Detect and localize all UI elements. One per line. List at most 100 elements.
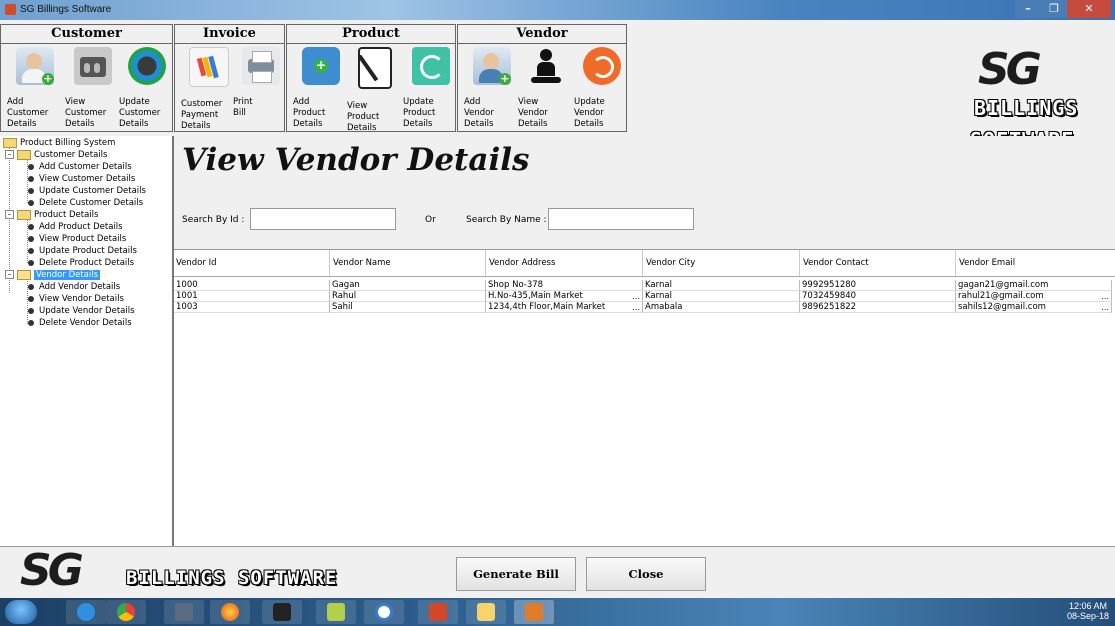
add-product-button[interactable]: + Add Product Details	[293, 47, 349, 130]
window-title: SG Billings Software	[20, 4, 112, 15]
tree-item-update-vendor[interactable]: Update Vendor Details	[28, 305, 135, 317]
table-row[interactable]: 1001 Rahul H.No-435,Main Market... Karna…	[174, 291, 1115, 302]
column-header-vendor-id[interactable]: Vendor Id	[176, 258, 216, 268]
bullet-icon	[28, 235, 34, 242]
tree-item-label: Delete Vendor Details	[39, 318, 132, 328]
app-icon	[5, 4, 16, 15]
tool-label: Print Bill	[233, 97, 253, 118]
tree-item-delete-vendor[interactable]: Delete Vendor Details	[28, 317, 132, 329]
system-tray: 12:06 AM 08-Sep-18	[1067, 600, 1109, 624]
tree-item-add-vendor[interactable]: Add Vendor Details	[28, 281, 120, 293]
taskbar-app[interactable]	[466, 600, 506, 624]
maximize-button[interactable]: ❐	[1041, 0, 1067, 18]
bullet-icon	[28, 163, 34, 170]
collapse-icon[interactable]: –	[5, 150, 14, 159]
footer-logo-mark: SG	[20, 545, 84, 596]
generate-bill-button[interactable]: Generate Bill	[456, 557, 576, 591]
cell-vendor-city: Karnal	[643, 291, 800, 302]
tree-item-view-vendor[interactable]: View Vendor Details	[28, 293, 124, 305]
add-customer-button[interactable]: + Add Customer Details	[7, 47, 63, 130]
minimize-button[interactable]: –	[1015, 0, 1041, 18]
tree-root-label: Product Billing System	[20, 138, 116, 148]
wallet-icon	[189, 47, 229, 87]
close-window-button[interactable]: ✕	[1067, 0, 1111, 18]
tree-item-delete-product[interactable]: Delete Product Details	[28, 257, 134, 269]
clock-date[interactable]: 08-Sep-18	[1067, 611, 1109, 621]
cell-vendor-contact: 7032459840	[800, 291, 956, 302]
search-by-id-input[interactable]	[250, 208, 396, 230]
collapse-icon[interactable]: –	[5, 270, 14, 279]
cell-text: H.No-435,Main Market	[488, 291, 583, 301]
tool-label: View Customer Details	[65, 97, 107, 129]
column-header-vendor-name[interactable]: Vendor Name	[333, 258, 391, 268]
collapse-icon[interactable]: –	[5, 210, 14, 219]
window-titlebar: SG Billings Software – ❐ ✕	[0, 0, 1115, 20]
tree-item-add-product[interactable]: Add Product Details	[28, 221, 123, 233]
toolbar-ribbon: Customer + Add Customer Details View Cus…	[0, 24, 1115, 152]
or-label: Or	[425, 215, 436, 225]
table-header: Vendor Id Vendor Name Vendor Address Ven…	[174, 250, 1115, 277]
tool-label: Update Product Details	[403, 97, 436, 129]
taskbar-app-active[interactable]	[514, 600, 554, 624]
tool-label: Add Vendor Details	[464, 97, 494, 129]
bullet-icon	[28, 223, 34, 230]
taskbar-app[interactable]	[66, 600, 106, 624]
search-by-id-label: Search By Id :	[182, 215, 245, 225]
tree-item-view-product[interactable]: View Product Details	[28, 233, 126, 245]
bottom-bar: SG BILLINGS SOFTWARE Generate Bill Close	[0, 545, 1115, 599]
close-button[interactable]: Close	[586, 557, 706, 591]
logo-mark: SG	[978, 44, 1042, 95]
taskbar-app[interactable]	[364, 600, 404, 624]
vendor-table: Vendor Id Vendor Name Vendor Address Ven…	[174, 249, 1115, 547]
tree-item-update-customer[interactable]: Update Customer Details	[28, 185, 146, 197]
view-product-button[interactable]: View Product Details	[347, 47, 403, 134]
update-product-button[interactable]: Update Product Details	[403, 47, 459, 130]
file-explorer-icon	[477, 603, 495, 621]
cell-vendor-email: rahul21@gmail.com...	[956, 291, 1112, 302]
tree-item-delete-customer[interactable]: Delete Customer Details	[28, 197, 143, 209]
clock-time[interactable]: 12:06 AM	[1067, 601, 1109, 611]
view-customer-button[interactable]: View Customer Details	[65, 47, 121, 130]
folder-icon	[17, 149, 31, 160]
customer-payment-button[interactable]: Customer Payment Details	[181, 47, 237, 132]
tree-node-customer[interactable]: – Customer Details	[5, 149, 107, 161]
bullet-icon	[28, 295, 34, 302]
windows-taskbar: 12:06 AM 08-Sep-18	[0, 598, 1115, 626]
tool-label: Add Product Details	[293, 97, 326, 129]
ellipsis: ...	[1101, 292, 1109, 301]
taskbar-app[interactable]	[316, 600, 356, 624]
taskbar-app[interactable]	[210, 600, 250, 624]
taskbar-app[interactable]	[418, 600, 458, 624]
update-customer-button[interactable]: Update Customer Details	[119, 47, 175, 130]
tree-item-label: Add Vendor Details	[39, 282, 121, 292]
column-header-vendor-email[interactable]: Vendor Email	[959, 258, 1015, 268]
column-header-vendor-contact[interactable]: Vendor Contact	[803, 258, 869, 268]
table-row[interactable]: 1003 Sahil 1234,4th Floor,Main Market...…	[174, 302, 1115, 313]
tree-node-vendor[interactable]: – Vendor Details	[5, 269, 101, 281]
tree-item-label: Delete Customer Details	[39, 198, 144, 208]
tree-item-add-customer[interactable]: Add Customer Details	[28, 161, 132, 173]
window-controls: – ❐ ✕	[1015, 0, 1111, 18]
tree-item-update-product[interactable]: Update Product Details	[28, 245, 137, 257]
add-user-icon: +	[16, 47, 54, 85]
table-row[interactable]: 1000 Gagan Shop No-378 Karnal 9992951280…	[174, 280, 1115, 291]
start-button[interactable]	[5, 600, 37, 624]
search-by-name-label: Search By Name :	[466, 215, 547, 225]
taskbar-app[interactable]	[164, 600, 204, 624]
tree-root[interactable]: Product Billing System	[3, 137, 115, 149]
add-vendor-button[interactable]: + Add Vendor Details	[464, 47, 520, 130]
view-vendor-button[interactable]: View Vendor Details	[518, 47, 574, 130]
search-by-name-input[interactable]	[548, 208, 694, 230]
bullet-icon	[28, 283, 34, 290]
column-header-vendor-address[interactable]: Vendor Address	[489, 258, 555, 268]
update-vendor-button[interactable]: Update Vendor Details	[574, 47, 630, 130]
taskbar-app[interactable]	[106, 600, 146, 624]
invoice-group: Invoice Customer Payment Details Print B…	[174, 24, 285, 132]
print-bill-button[interactable]: Print Bill	[233, 47, 289, 119]
bullet-icon	[28, 319, 34, 326]
cell-vendor-contact: 9992951280	[800, 280, 956, 291]
taskbar-app[interactable]	[262, 600, 302, 624]
column-header-vendor-city[interactable]: Vendor City	[646, 258, 695, 268]
tree-item-view-customer[interactable]: View Customer Details	[28, 173, 135, 185]
tree-node-product[interactable]: – Product Details	[5, 209, 98, 221]
